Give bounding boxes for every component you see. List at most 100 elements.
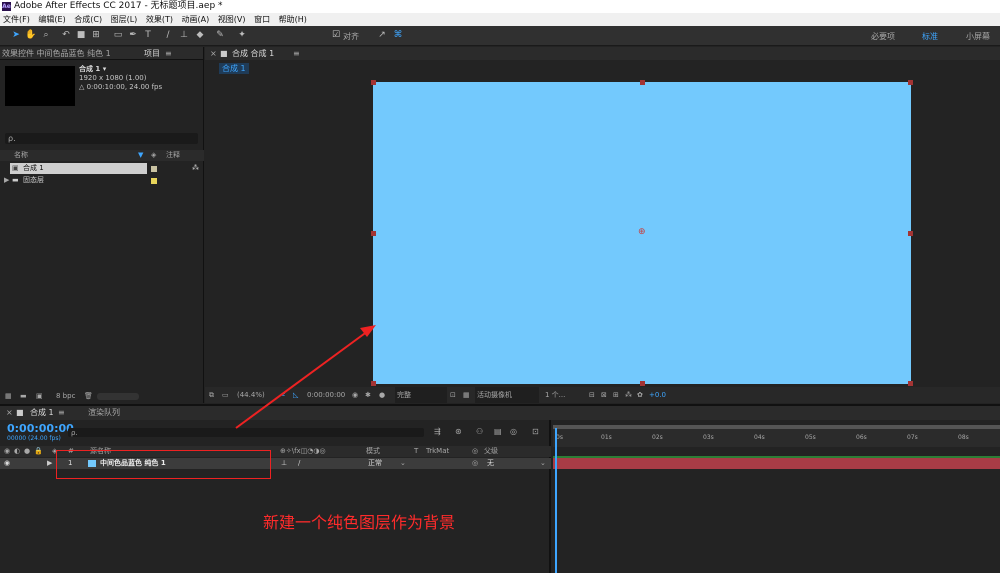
thumbnail-slider[interactable] — [97, 393, 139, 400]
time-ruler[interactable]: 0s 01s 02s 03s 04s 05s 06s 07s 08s — [553, 425, 1000, 447]
pickwhip-icon[interactable]: ◎ — [472, 458, 478, 469]
exposure-value[interactable]: +0.0 — [649, 387, 666, 403]
shy-switch-icon[interactable]: ⊥ — [281, 458, 287, 469]
motion-blur-icon[interactable]: ◎ — [510, 427, 517, 436]
project-tab[interactable]: 项目 — [144, 47, 160, 60]
views-dropdown[interactable]: 1 个... — [545, 387, 565, 403]
show-channel-icon[interactable]: ✱ — [365, 387, 371, 403]
col-mode[interactable]: 模式 — [366, 446, 380, 457]
col-note[interactable]: 注释 — [166, 150, 180, 161]
lock-icon[interactable]: ■ — [220, 47, 228, 60]
transform-handle[interactable] — [640, 381, 645, 386]
transform-handle[interactable] — [908, 80, 913, 85]
transform-handle[interactable] — [371, 80, 376, 85]
lock-icon[interactable]: 🔒 — [34, 446, 43, 457]
layer-duration-bar[interactable] — [553, 458, 1000, 469]
effect-controls-tab[interactable]: 效果控件 中间色品蓝色 纯色 1 — [0, 49, 111, 58]
draft-3d-icon[interactable]: ⊛ — [455, 427, 462, 436]
fast-preview-icon[interactable]: ⊠ — [601, 387, 607, 403]
transform-handle[interactable] — [640, 80, 645, 85]
work-area-bar[interactable] — [553, 425, 1000, 429]
shy-layers-icon[interactable]: ⚇ — [476, 427, 483, 436]
viewer-timecode[interactable]: 0:00:00:00 — [307, 387, 345, 403]
graph-editor-icon[interactable]: ⊡ — [532, 427, 539, 436]
audio-icon[interactable]: ◐ — [14, 446, 20, 457]
sort-arrow-icon[interactable]: ▼ — [138, 150, 143, 161]
close-tab-icon[interactable]: × — [6, 406, 13, 420]
mode-dropdown[interactable]: 正常 — [368, 458, 382, 469]
camera-dropdown[interactable]: 活动摄像机 — [475, 387, 539, 403]
col-t[interactable]: T — [414, 446, 418, 457]
panel-menu-icon[interactable]: ≡ — [58, 406, 65, 420]
transform-handle[interactable] — [371, 381, 376, 386]
workspace-essentials[interactable]: 必要项 — [871, 31, 895, 42]
quality-switch-icon[interactable]: / — [298, 458, 300, 469]
menu-file[interactable]: 文件(F) — [3, 15, 30, 24]
menu-window[interactable]: 窗口 — [254, 15, 270, 24]
workspace-small-screen[interactable]: 小屏幕 — [966, 31, 990, 42]
expand-arrow-icon[interactable]: ▶ — [47, 458, 52, 469]
mask-icon[interactable]: ◺ — [293, 387, 298, 403]
flowchart-icon[interactable]: ⁂ — [625, 387, 632, 403]
puppet-pin-tool-icon[interactable]: ✦ — [236, 29, 248, 42]
project-search-input[interactable]: ρ. — [5, 133, 198, 144]
panel-menu-icon[interactable]: ≡ — [293, 47, 300, 60]
monitor-icon[interactable]: ▭ — [222, 387, 229, 403]
menu-help[interactable]: 帮助(H) — [279, 15, 307, 24]
pan-behind-tool-icon[interactable]: ⊞ — [90, 29, 102, 42]
type-tool-icon[interactable]: T — [142, 29, 154, 42]
color-channel-icon[interactable]: ● — [379, 387, 385, 403]
timeline-icon[interactable]: ⊞ — [613, 387, 619, 403]
comp-name[interactable]: 合成 1 ▾ — [79, 65, 162, 74]
parent-chevron-icon[interactable]: ⌄ — [540, 458, 546, 469]
comp-breadcrumb[interactable]: 合成 1 — [219, 63, 249, 74]
menu-view[interactable]: 视图(V) — [218, 15, 246, 24]
panel-menu-icon[interactable]: ≡ — [165, 47, 172, 60]
reset-exposure-icon[interactable]: ✿ — [637, 387, 643, 403]
timeline-search-input[interactable]: ρ. — [68, 428, 424, 437]
menu-animation[interactable]: 动画(A) — [182, 15, 210, 24]
mode-chevron-icon[interactable]: ⌄ — [400, 458, 406, 469]
frame-blending-icon[interactable]: ▤ — [494, 427, 502, 436]
transparency-grid-icon[interactable]: ▦ — [463, 387, 470, 403]
anchor-point-icon[interactable]: ⊕ — [638, 227, 646, 237]
col-trkmat[interactable]: TrkMat — [426, 446, 449, 457]
transform-handle[interactable] — [908, 381, 913, 386]
transform-handle[interactable] — [908, 231, 913, 236]
project-item-folder[interactable]: ▶ ▬ 固态层 — [0, 175, 204, 186]
always-preview-icon[interactable]: ⧉ — [209, 387, 214, 403]
project-item-comp[interactable]: ▣ 合成 1 ⁂ — [0, 163, 204, 174]
parent-icon[interactable]: ◎ — [472, 446, 478, 457]
visibility-eye-icon[interactable]: ◉ — [4, 458, 10, 469]
playhead[interactable] — [555, 428, 557, 573]
menu-effect[interactable]: 效果(T) — [146, 15, 173, 24]
rotate-tool-icon[interactable]: ↶ — [60, 29, 72, 42]
current-timecode[interactable]: 0:00:00:00 — [7, 422, 74, 435]
snap-icon[interactable]: ↗ — [376, 29, 388, 42]
resolution-dropdown[interactable]: 完整 — [395, 387, 447, 403]
toggle-pixel-icon[interactable]: ⊟ — [589, 387, 595, 403]
hand-tool-icon[interactable]: ✋ — [25, 29, 37, 42]
clone-stamp-tool-icon[interactable]: ⊥ — [178, 29, 190, 42]
snap-grid-icon[interactable]: ⌘ — [392, 29, 404, 42]
parent-dropdown[interactable]: 无 — [487, 458, 494, 469]
snapshot-icon[interactable]: ◉ — [352, 387, 358, 403]
roto-brush-tool-icon[interactable]: ✎ — [214, 29, 226, 42]
zoom-tool-icon[interactable]: ⌕ — [40, 29, 52, 42]
col-parent[interactable]: 父级 — [484, 446, 498, 457]
camera-tool-icon[interactable]: ■ — [75, 29, 87, 42]
solo-icon[interactable]: ● — [24, 446, 30, 457]
flowchart-icon[interactable]: ⁂ — [192, 163, 199, 174]
bpc-label[interactable]: 8 bpc — [56, 390, 75, 403]
menu-edit[interactable]: 编辑(E) — [38, 15, 65, 24]
label-color-swatch[interactable] — [151, 178, 157, 184]
comp-mini-flowchart-icon[interactable]: ⇶ — [434, 427, 441, 436]
roi-icon[interactable]: ⊡ — [450, 387, 456, 403]
switches-icons[interactable]: ⊕✧\fx◫◔◑◎ — [280, 446, 326, 457]
eraser-tool-icon[interactable]: ◆ — [194, 29, 206, 42]
composition-canvas[interactable]: ⊕ — [371, 80, 913, 386]
interpret-footage-icon[interactable]: ▦ — [5, 390, 12, 403]
rectangle-tool-icon[interactable]: ▭ — [112, 29, 124, 42]
workspace-standard[interactable]: 标准 — [922, 31, 938, 42]
brush-tool-icon[interactable]: ∕ — [162, 29, 174, 42]
